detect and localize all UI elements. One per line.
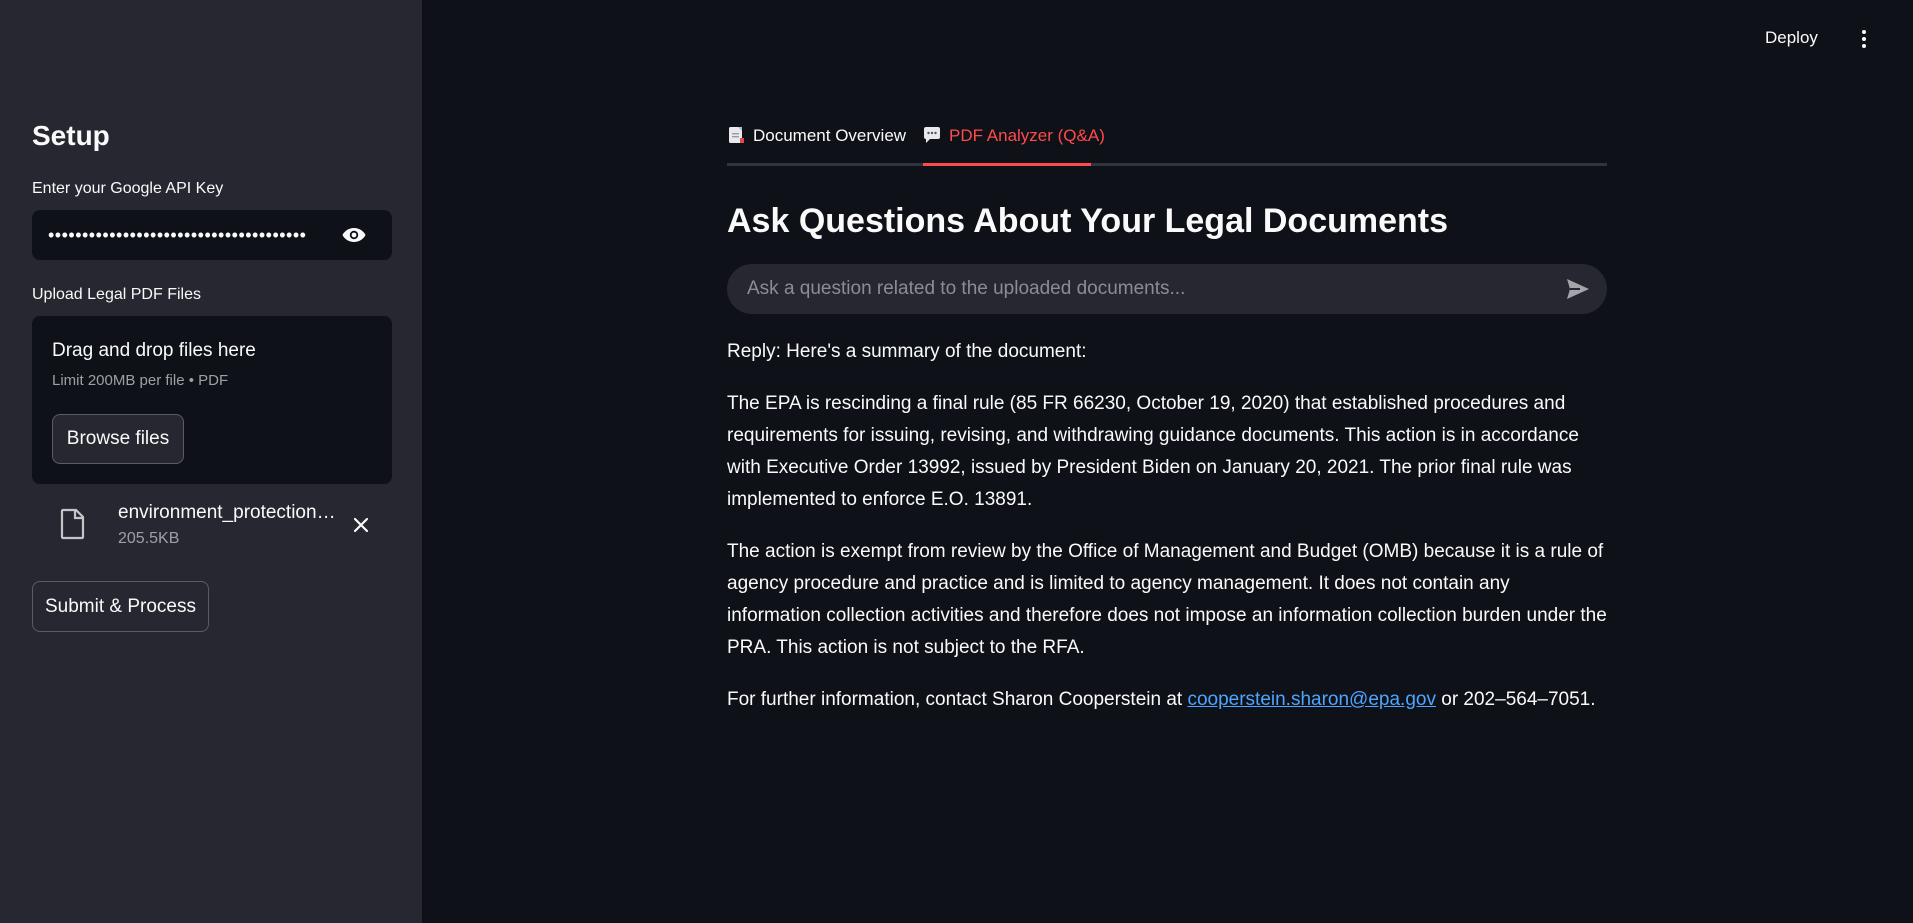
reply-paragraph: The action is exempt from review by the … — [727, 541, 1607, 658]
contact-text: For further information, contact Sharon … — [727, 689, 1188, 710]
chat-placeholder[interactable]: Ask a question related to the uploaded d… — [747, 278, 1185, 300]
sidebar-title: Setup — [32, 120, 110, 151]
eye-icon[interactable] — [342, 224, 366, 246]
dropzone-limit: Limit 200MB per file • PDF — [52, 372, 229, 389]
tab-label: Document Overview — [753, 126, 907, 145]
file-name: environment_protection_agency.pdf — [118, 502, 346, 523]
page-title: Ask Questions About Your Legal Documents — [727, 202, 1449, 240]
uploaded-file: environment_protection_agency.pdf 205.5K… — [32, 500, 392, 560]
reply-paragraph: The EPA is rescinding a final rule (85 F… — [727, 393, 1579, 510]
chat-input[interactable]: Ask a question related to the uploaded d… — [727, 264, 1607, 314]
reply-intro: Reply: Here's a summary of the document: — [727, 341, 1087, 362]
api-key-input[interactable]: •••••••••••••••••••••••••••••••••••••• — [32, 210, 392, 260]
reply-content: Reply: Here's a summary of the document:… — [727, 336, 1607, 736]
tab-label: PDF Analyzer (Q&A) — [949, 126, 1105, 145]
file-dropzone[interactable]: Drag and drop files here Limit 200MB per… — [32, 316, 392, 484]
document-icon — [729, 127, 744, 143]
contact-phone: or 202–564–7051. — [1435, 689, 1596, 710]
send-icon[interactable] — [1565, 277, 1591, 301]
tab-bar: Document Overview PDF Analyzer (Q&A) — [727, 120, 1607, 166]
speech-balloon-icon — [924, 127, 940, 143]
deploy-button[interactable]: Deploy — [1765, 28, 1818, 48]
reply-contact: For further information, contact Sharon … — [727, 684, 1607, 716]
kebab-menu-icon[interactable] — [1858, 28, 1870, 50]
submit-process-button[interactable]: Submit & Process — [32, 581, 209, 632]
api-key-label: Enter your Google API Key — [32, 180, 224, 197]
dropzone-title: Drag and drop files here — [52, 340, 256, 361]
file-size: 205.5KB — [118, 530, 180, 547]
file-icon — [60, 508, 85, 540]
api-key-value[interactable]: •••••••••••••••••••••••••••••••••••••• — [48, 225, 318, 246]
close-icon[interactable] — [350, 514, 372, 536]
active-tab-indicator — [923, 163, 1091, 166]
sidebar: Setup Enter your Google API Key ••••••••… — [0, 0, 422, 923]
tab-pdf-analyzer[interactable]: PDF Analyzer (Q&A) — [923, 126, 1105, 166]
tab-document-overview[interactable]: Document Overview — [727, 126, 906, 166]
browse-files-button[interactable]: Browse files — [52, 414, 184, 464]
upload-label: Upload Legal PDF Files — [32, 286, 201, 303]
email-link[interactable]: cooperstein.sharon@epa.gov — [1187, 689, 1436, 710]
